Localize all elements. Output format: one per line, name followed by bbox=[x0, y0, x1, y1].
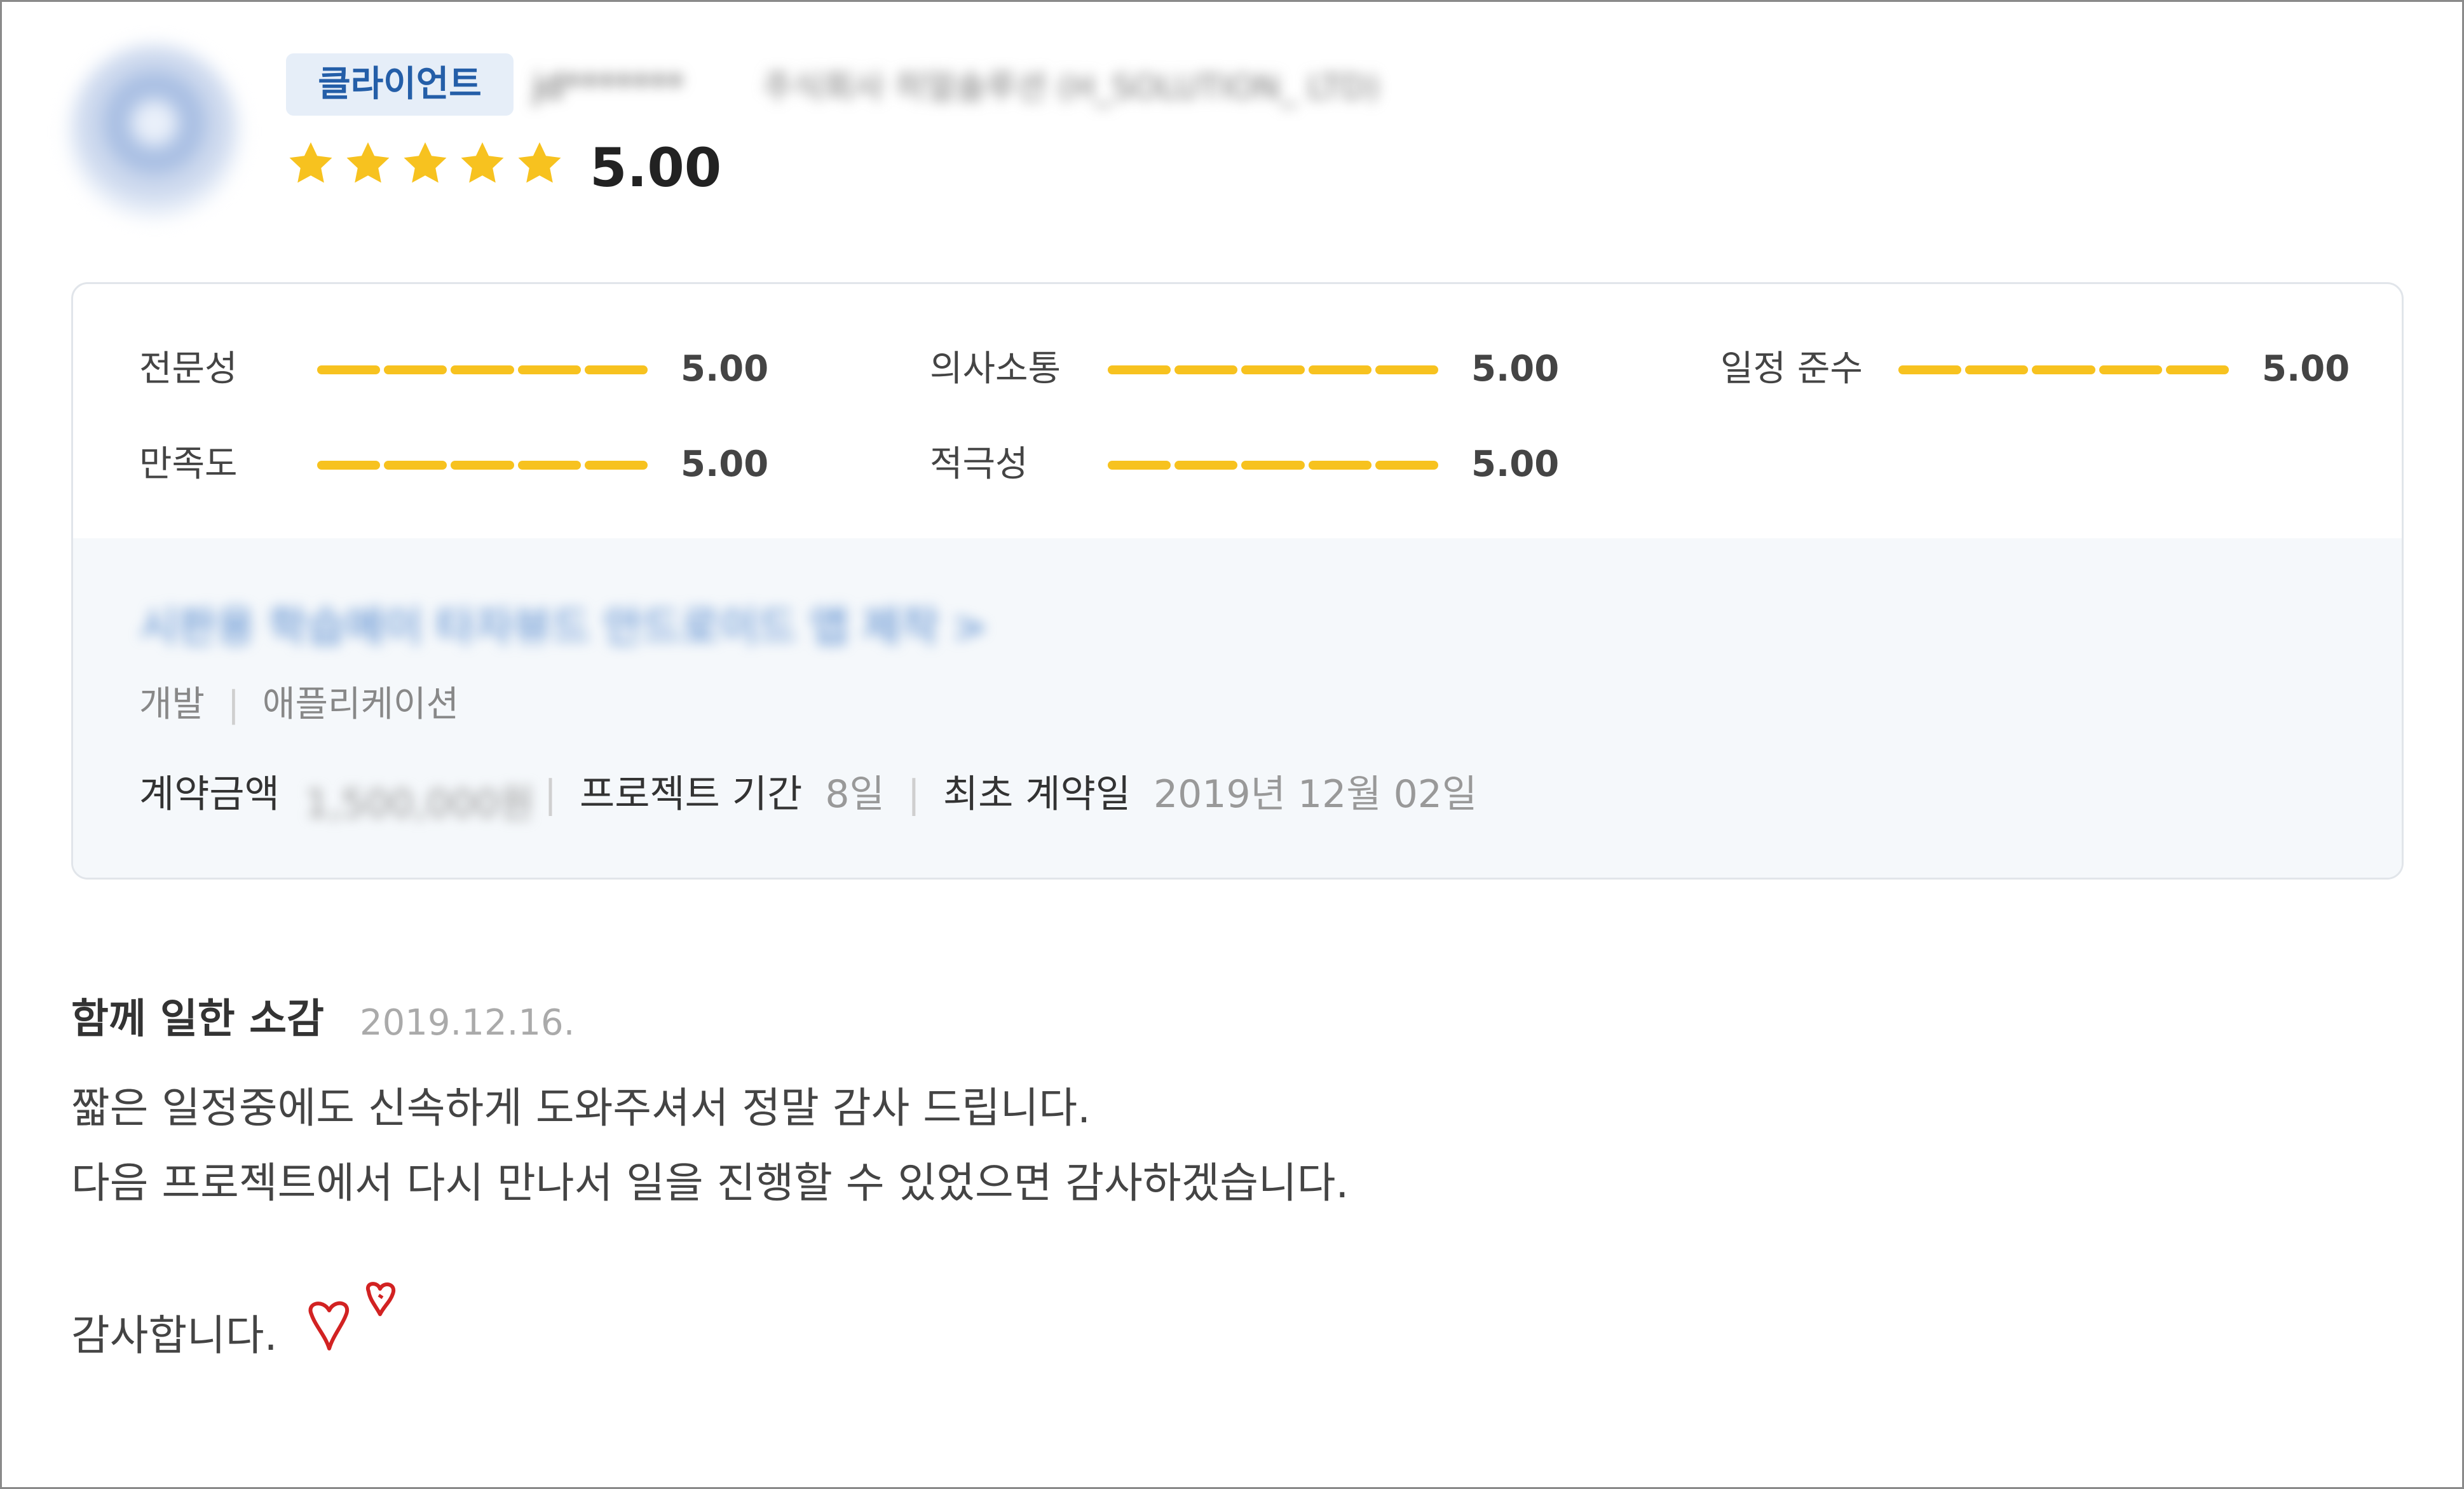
rating-metrics: 전문성 5.00 의사소통 5.00 일정 준수 5.00 만족도 5.00 적… bbox=[73, 284, 2402, 538]
metric-value: 5.00 bbox=[1471, 348, 1560, 390]
review-text-line: 다음 프로젝트에서 다시 만나서 일을 진행할 수 있었으면 감사하겠습니다. bbox=[71, 1159, 1349, 1207]
metric-bar bbox=[1898, 365, 2229, 374]
first-contract-label: 최초 계약일 bbox=[943, 772, 1131, 817]
metric-label: 전문성 bbox=[139, 348, 238, 390]
client-badge: 클라이언트 bbox=[286, 53, 514, 116]
overall-rating: 5.00 bbox=[590, 137, 722, 199]
review-text-line: 감사합니다. bbox=[71, 1311, 278, 1360]
project-info: 시판용 학습메이 타자뷰드 안드로이드 앱 제작 > 개발 | 애플리케이션 계약금… bbox=[73, 538, 2402, 878]
metric-bar bbox=[1108, 365, 1439, 374]
project-title-link[interactable]: 시판용 학습메이 타자뷰드 안드로이드 앱 제작 > bbox=[139, 595, 988, 659]
metric-bar bbox=[317, 461, 648, 470]
avatar bbox=[69, 46, 240, 217]
metric-value: 5.00 bbox=[2262, 348, 2350, 390]
star-icon bbox=[400, 139, 450, 196]
metric-label: 만족도 bbox=[139, 444, 238, 485]
amount-label: 계약금액 bbox=[139, 772, 280, 817]
metric-value: 5.00 bbox=[681, 444, 769, 485]
subcategory-label: 애플리케이션 bbox=[262, 684, 459, 725]
metric-value: 5.00 bbox=[681, 348, 769, 390]
star-icon bbox=[286, 139, 336, 196]
hand-drawn-heart-icon bbox=[308, 1282, 396, 1350]
metric-label: 적극성 bbox=[930, 444, 1028, 485]
star-rating bbox=[286, 139, 564, 196]
metric-label: 의사소통 bbox=[930, 348, 1061, 390]
review-heading: 함께 일한 소감 bbox=[71, 996, 324, 1043]
review-text-line: 짧은 일정중에도 신속하게 도와주셔서 정말 감사 드립니다. bbox=[71, 1084, 1091, 1132]
period-value: 8일 bbox=[825, 772, 885, 817]
period-label: 프로젝트 기간 bbox=[580, 772, 803, 817]
divider: | bbox=[543, 772, 557, 817]
first-contract-value: 2019년 12월 02일 bbox=[1153, 772, 1478, 817]
review-card: 전문성 5.00 의사소통 5.00 일정 준수 5.00 만족도 5.00 적… bbox=[71, 282, 2404, 880]
category-label: 개발 bbox=[139, 684, 205, 725]
divider: | bbox=[907, 772, 920, 817]
client-company: 주식회사 히얼솔루션 (H_SOLUTION_ LTD) bbox=[763, 69, 1380, 107]
project-category: 개발 | 애플리케이션 bbox=[139, 679, 459, 730]
star-icon bbox=[343, 139, 393, 196]
review-date: 2019.12.16. bbox=[360, 1002, 575, 1044]
metric-bar bbox=[317, 365, 648, 374]
contract-details: 계약금액 1,500,000원 | 프로젝트 기간 8일 | 최초 계약일 20… bbox=[139, 766, 1478, 826]
metric-bar bbox=[1108, 461, 1439, 470]
amount-value: 1,500,000원 bbox=[304, 782, 534, 826]
star-icon bbox=[515, 139, 564, 196]
divider: | bbox=[228, 684, 240, 725]
metric-value: 5.00 bbox=[1471, 444, 1560, 485]
client-name: jd******* bbox=[533, 66, 684, 106]
star-icon bbox=[458, 139, 507, 196]
metric-label: 일정 준수 bbox=[1720, 348, 1863, 390]
